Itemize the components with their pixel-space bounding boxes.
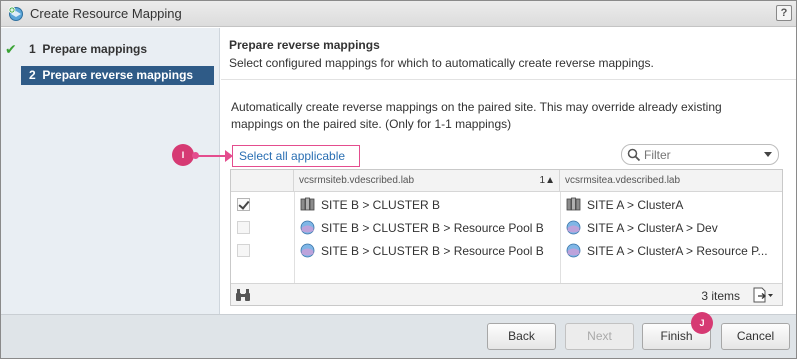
page-content: Prepare reverse mappings Select configur… xyxy=(221,28,796,314)
export-icon[interactable] xyxy=(752,287,774,303)
step-label: Prepare mappings xyxy=(42,42,148,56)
resource-pool-icon xyxy=(566,243,581,258)
step-prepare-mappings[interactable]: ✔ 1 Prepare mappings xyxy=(5,40,214,59)
target-mapping: SITE A > ClusterA > Dev xyxy=(587,221,718,235)
cancel-button[interactable]: Cancel xyxy=(721,323,790,350)
target-mapping: SITE A > ClusterA > Resource P... xyxy=(587,244,768,258)
column-header-source[interactable]: vcsrmsiteb.vdescribed.lab 1▲ xyxy=(294,170,560,192)
resource-mapping-icon xyxy=(8,6,23,21)
column-title: vcsrmsitea.vdescribed.lab xyxy=(565,175,681,186)
table-row[interactable]: SITE B > CLUSTER B > Resource Pool B SIT… xyxy=(231,216,782,239)
select-all-applicable-link[interactable]: Select all applicable xyxy=(232,145,360,167)
grid-header: vcsrmsiteb.vdescribed.lab 1▲ vcsrmsitea.… xyxy=(231,170,782,192)
row-checkbox[interactable] xyxy=(237,244,250,257)
column-header-select xyxy=(231,170,294,192)
source-mapping: SITE B > CLUSTER B > Resource Pool B xyxy=(321,221,544,235)
mappings-grid: vcsrmsiteb.vdescribed.lab 1▲ vcsrmsitea.… xyxy=(230,169,783,306)
source-mapping: SITE B > CLUSTER B xyxy=(321,198,441,212)
resource-pool-icon xyxy=(300,220,315,235)
cluster-icon xyxy=(566,197,581,211)
filter-box[interactable] xyxy=(621,144,779,165)
callout-arrow-dot xyxy=(192,152,199,159)
step-number: 2 xyxy=(29,68,36,82)
filter-input[interactable] xyxy=(644,147,754,162)
cluster-icon xyxy=(300,197,315,211)
search-icon xyxy=(627,148,641,162)
target-mapping: SITE A > ClusterA xyxy=(587,198,684,212)
row-checkbox[interactable] xyxy=(237,198,250,211)
next-button[interactable]: Next xyxy=(565,323,634,350)
table-row[interactable]: SITE B > CLUSTER B > Resource Pool B SIT… xyxy=(231,239,782,262)
chevron-down-icon[interactable] xyxy=(764,152,772,157)
wizard-steps-sidebar: ✔ 1 Prepare mappings 2 Prepare reverse m… xyxy=(1,28,220,314)
step-label: Prepare reverse mappings xyxy=(42,68,194,82)
create-resource-mapping-dialog: Create Resource Mapping ? ✔ 1 Prepare ma… xyxy=(0,0,797,359)
table-row[interactable]: SITE B > CLUSTER B SITE A > ClusterA xyxy=(231,193,782,216)
resource-pool-icon xyxy=(566,220,581,235)
binoculars-icon[interactable] xyxy=(235,288,251,302)
dialog-footer: Back Next Finish Cancel xyxy=(1,314,796,358)
item-count: 3 items xyxy=(701,289,740,303)
help-button[interactable]: ? xyxy=(776,5,792,21)
sort-indicator: 1▲ xyxy=(539,175,555,186)
callout-badge-i: I xyxy=(172,144,194,166)
grid-footer: 3 items xyxy=(231,283,782,305)
resource-pool-icon xyxy=(300,243,315,258)
title-bar: Create Resource Mapping ? xyxy=(1,1,796,27)
description-text: Automatically create reverse mappings on… xyxy=(231,100,722,131)
checkmark-icon: ✔ xyxy=(5,41,17,57)
page-subtitle: Select configured mappings for which to … xyxy=(229,56,654,70)
row-checkbox[interactable] xyxy=(237,221,250,234)
header-divider xyxy=(221,79,796,80)
back-button[interactable]: Back xyxy=(487,323,556,350)
dialog-title: Create Resource Mapping xyxy=(30,6,182,21)
source-mapping: SITE B > CLUSTER B > Resource Pool B xyxy=(321,244,544,258)
callout-badge-j: J xyxy=(691,312,713,334)
step-prepare-reverse-mappings[interactable]: 2 Prepare reverse mappings xyxy=(21,66,214,85)
column-header-target[interactable]: vcsrmsitea.vdescribed.lab xyxy=(560,170,784,192)
callout-arrow-head xyxy=(225,150,233,162)
column-title: vcsrmsiteb.vdescribed.lab xyxy=(299,175,415,186)
page-title: Prepare reverse mappings xyxy=(229,38,380,52)
step-number: 1 xyxy=(29,42,36,56)
